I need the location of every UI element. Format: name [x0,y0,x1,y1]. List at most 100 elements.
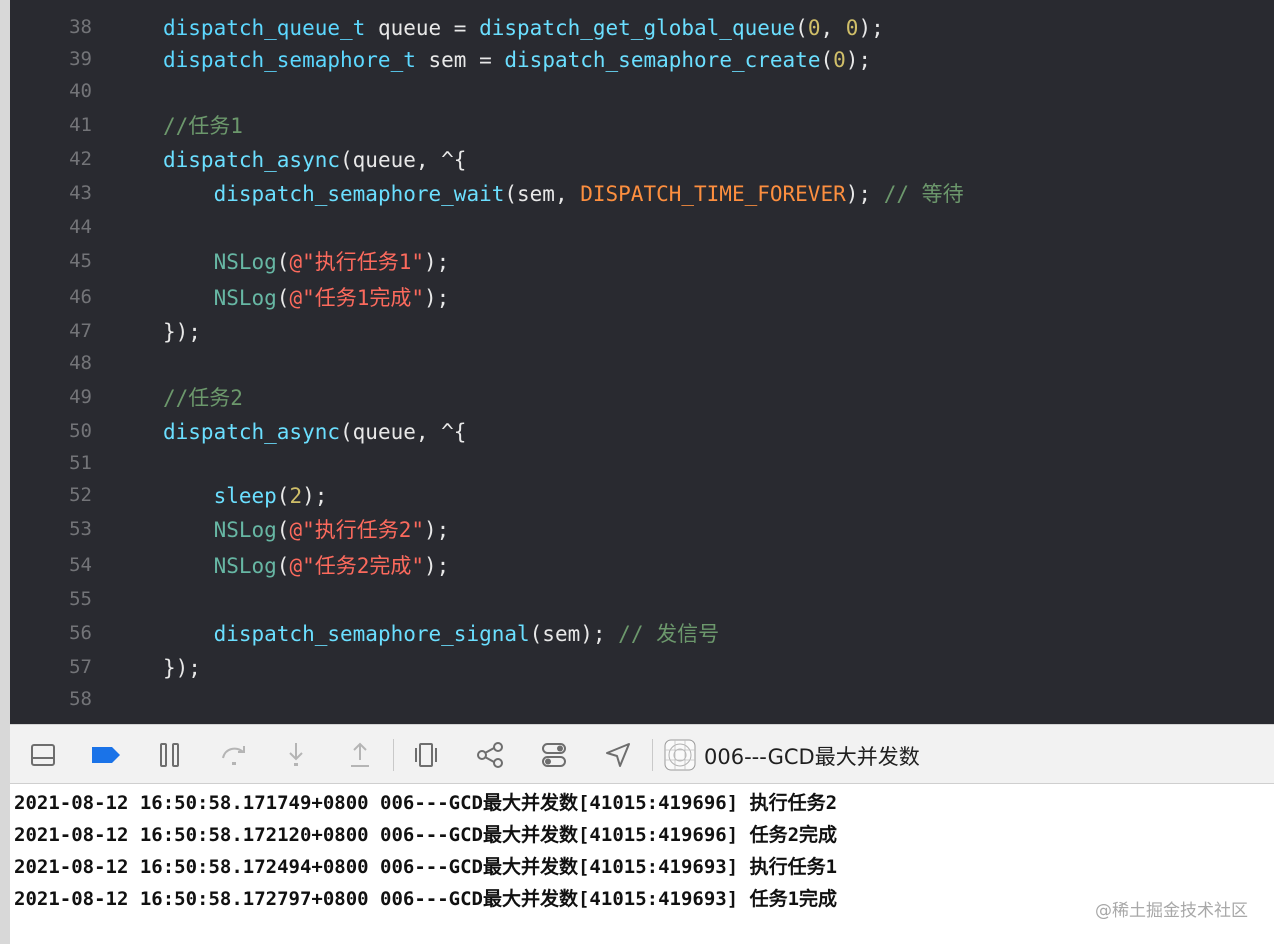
code-token: ( [276,484,290,508]
code-token: , [820,16,846,40]
code-token: // 等待 [883,182,964,206]
line-number: 49 [69,386,92,408]
code-line: 47}); [10,315,1274,349]
line-number: 53 [69,518,92,540]
code-token: dispatch_async [163,420,341,444]
code-text: }); [163,317,201,347]
code-token: }); [163,656,201,680]
step-into-icon [289,743,303,766]
line-number: 40 [69,80,92,102]
code-line: 48 [10,347,1274,381]
code-line: 39 dispatch_semaphore_t sem = dispatch_se… [10,43,1274,77]
code-token: dispatch_async [163,148,341,172]
code-token: 0 [833,48,846,72]
line-number: 56 [69,622,92,644]
code-line: 52 sleep(2); [10,479,1274,513]
breakpoints-toggle-button[interactable] [88,737,124,773]
code-text: NSLog(@"任务1完成"); [163,283,450,313]
code-token: (queue, ^{ [340,148,467,172]
code-line: 50 dispatch_async(queue, ^{ [10,415,1274,449]
step-into-button[interactable] [278,737,314,773]
code-text: dispatch_semaphore_signal(sem); // 发信号 [163,619,720,649]
panel-icon [31,744,55,766]
code-token: ); [424,554,450,578]
code-token: 0 [845,16,859,40]
console-line: 2021-08-12 16:50:58.172120+0800 006---GC… [14,824,838,846]
pause-button[interactable] [152,737,188,773]
code-line: 53 NSLog(@"执行任务2"); [10,513,1274,547]
code-token: dispatch_semaphore_create [504,48,821,72]
debug-toolbar: 006---GCD最大并发数 [10,724,1274,784]
code-token: @"执行任务1" [289,250,425,274]
step-over-button[interactable] [216,737,252,773]
step-out-icon [351,742,369,767]
code-text: dispatch_queue_t queue = dispatch_get_gl… [163,13,884,43]
location-arrow-icon [606,743,630,767]
code-token: NSLog [213,250,277,274]
toggles-icon [542,743,566,767]
line-number: 42 [69,148,92,170]
code-token: dispatch_semaphore_signal [213,622,530,646]
code-line: 51 [10,447,1274,481]
code-token: ); [845,48,872,72]
code-token: //任务2 [163,386,243,410]
code-line: 41 //任务1 [10,109,1274,143]
line-number: 48 [69,352,92,374]
code-token: NSLog [213,518,277,542]
line-number: 58 [69,688,92,710]
simulate-location-button[interactable] [600,737,636,773]
code-token: dispatch_semaphore_t [163,48,416,72]
code-line: 55 [10,583,1274,617]
line-number: 38 [69,16,92,38]
code-text: dispatch_async(queue, ^{ [163,417,466,447]
code-token: ( [276,286,290,310]
code-text: NSLog(@"任务2完成"); [163,551,450,581]
code-token: ); [424,286,450,310]
code-text: NSLog(@"执行任务2"); [163,515,450,545]
code-token: ); [845,182,884,206]
code-token: 0 [807,16,821,40]
code-token: ( [276,518,290,542]
code-token: (queue, ^{ [340,420,467,444]
code-token: queue = [365,16,480,40]
code-token: sleep [213,484,277,508]
line-number: 46 [69,286,92,308]
debug-view-hierarchy-button[interactable] [408,737,444,773]
code-line: 42 dispatch_async(queue, ^{ [10,143,1274,177]
view-hierarchy-icon [415,743,437,767]
code-token: (sem); [529,622,619,646]
code-token: ( [795,16,808,40]
target-name-label[interactable]: 006---GCD最大并发数 [704,741,920,771]
code-token: ); [424,518,450,542]
pause-icon [160,743,179,767]
app-target-icon [664,739,696,771]
code-token: ( [276,250,290,274]
step-out-button[interactable] [342,737,378,773]
code-line: 58 [10,683,1274,717]
console-output[interactable]: 2021-08-12 16:50:58.171749+0800 006---GC… [10,784,1274,944]
editor-left-gutter-strip [0,0,10,944]
memory-graph-icon [477,742,503,768]
code-text: }); [163,653,201,683]
code-line: 40 [10,75,1274,109]
code-editor[interactable]: 38 dispatch_queue_t queue = dispatch_get_… [0,0,1274,724]
code-token: NSLog [213,554,277,578]
line-number: 57 [69,656,92,678]
code-token: }); [163,320,201,344]
line-number: 51 [69,452,92,474]
code-token: 2 [289,484,303,508]
code-text: dispatch_semaphore_t sem = dispatch_sema… [163,45,871,75]
code-token: (sem, [504,182,581,206]
code-token: NSLog [213,286,277,310]
environment-overrides-button[interactable] [536,737,572,773]
memory-graph-button[interactable] [472,737,508,773]
line-number: 47 [69,320,92,342]
hide-debug-area-button[interactable] [25,737,61,773]
line-number: 44 [69,216,92,238]
